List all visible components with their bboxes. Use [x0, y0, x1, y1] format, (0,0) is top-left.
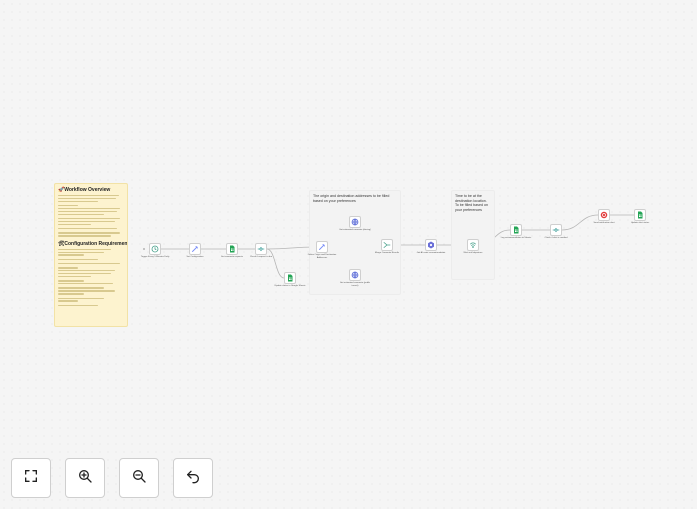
sticky-note-overview[interactable]: 🚀Workflow Overview 🛠Configuration Requir…: [54, 183, 128, 327]
sheets-icon: [636, 211, 644, 219]
filter-node-1[interactable]: [255, 243, 267, 255]
ai-agent-node-label: Get AI route recommendation: [416, 252, 446, 254]
globe-icon: [351, 271, 359, 279]
pencil-icon: [191, 245, 199, 253]
update-sheet-node-1-label: Update status in Google Sheets: [274, 285, 306, 287]
wait-icon: [469, 241, 477, 249]
overview-title: 🚀Workflow Overview: [58, 187, 111, 193]
read-sheet-node[interactable]: [226, 243, 238, 255]
set-config-node[interactable]: [189, 243, 201, 255]
sheets-icon: [512, 226, 520, 234]
maps-node-transit-label: Get estimated commute (public transit): [339, 282, 371, 287]
fit-view-button[interactable]: [11, 458, 51, 498]
sheets-icon: [228, 245, 236, 253]
alert-icon: [600, 211, 608, 219]
maps-node-transit[interactable]: [349, 269, 361, 281]
globe-icon: [351, 218, 359, 226]
ai-icon: [427, 241, 435, 249]
maps-node-driving-label: Get estimated commute (driving): [339, 229, 371, 231]
trigger-node-label: Trigger Every 5 Minutes Daily: [140, 256, 170, 258]
fit-view-icon: [23, 468, 39, 489]
zoom-in-icon: [77, 468, 93, 489]
merge-node[interactable]: [381, 239, 393, 251]
connection-filter-1-to-update-sheet-1[interactable]: [266, 248, 285, 279]
set-addresses-node[interactable]: [316, 241, 328, 253]
zoom-out-button[interactable]: [119, 458, 159, 498]
undo-icon: [185, 468, 201, 489]
update-sheet-node-1[interactable]: [284, 272, 296, 284]
wait-node-label: Wait until departure: [463, 252, 483, 254]
zoom-out-icon: [131, 468, 147, 489]
set-addresses-node-label: Define Origin and Destination Addresses: [307, 254, 337, 259]
merge-icon: [383, 241, 391, 249]
config-text-block: [58, 248, 124, 306]
zoom-in-button[interactable]: [65, 458, 105, 498]
wait-node[interactable]: [467, 239, 479, 251]
clock-icon: [151, 245, 159, 253]
merge-node-label: Merge Commute Results: [374, 252, 400, 254]
sheets-icon: [286, 274, 294, 282]
set-config-node-label: Set Configuration: [186, 256, 204, 258]
workflow-canvas[interactable]: 🚀Workflow Overview 🛠Configuration Requir…: [0, 0, 697, 509]
filter-node-2-label: Check if alert is needed: [544, 237, 568, 239]
filter-icon: [552, 226, 560, 234]
pencil-icon: [318, 243, 326, 251]
config-title: 🛠Configuration Requirements: [58, 240, 128, 247]
filter-node-2[interactable]: [550, 224, 562, 236]
alert-node[interactable]: [598, 209, 610, 221]
overview-text-block: [58, 195, 124, 237]
trigger-input-handle[interactable]: [143, 248, 145, 250]
update-sheet-node-3[interactable]: [634, 209, 646, 221]
trigger-node[interactable]: [149, 243, 161, 255]
time-note-text: Time to be at the destination location. …: [455, 194, 488, 212]
maps-node-driving[interactable]: [349, 216, 361, 228]
alert-node-label: Send notification alert: [593, 222, 615, 224]
sticky-note-time[interactable]: Time to be at the destination location. …: [451, 190, 495, 280]
update-sheet-node-2[interactable]: [510, 224, 522, 236]
undo-button[interactable]: [173, 458, 213, 498]
addresses-note-text: The origin and destination addresses to …: [313, 194, 390, 203]
update-sheet-node-3-label: Update alert status: [630, 222, 650, 224]
ai-agent-node[interactable]: [425, 239, 437, 251]
filter-node-1-label: Check if request is due: [249, 256, 273, 258]
update-sheet-node-2-label: Log recommendation to Sheets: [500, 237, 532, 239]
filter-icon: [257, 245, 265, 253]
